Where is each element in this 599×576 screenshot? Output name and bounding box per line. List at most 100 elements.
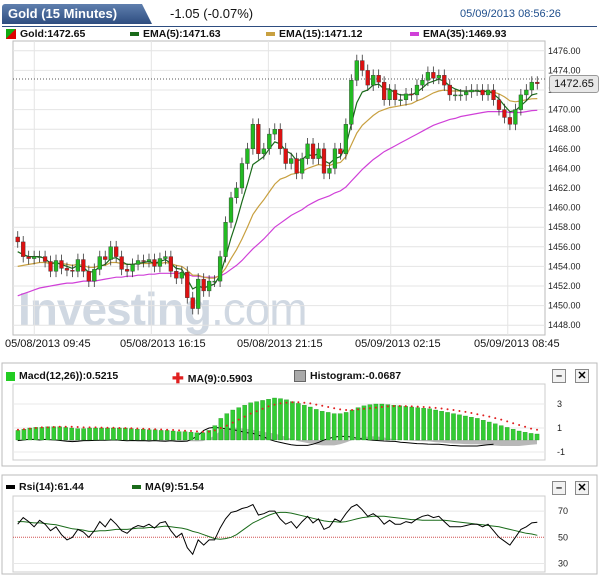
macd-bar (236, 407, 241, 441)
rsi-close-button[interactable]: ✕ (575, 481, 589, 495)
macd-bar (427, 408, 432, 441)
macd-bar (230, 409, 235, 441)
price-y-tick: 1462.00 (548, 183, 581, 193)
macd-signal-point (46, 426, 49, 429)
price-y-tick: 1448.00 (548, 320, 581, 330)
macd-signal-point (351, 409, 354, 411)
candle (278, 128, 283, 149)
macd-bar (158, 430, 164, 441)
candle (289, 158, 294, 164)
candle (480, 89, 485, 96)
candle (168, 256, 173, 272)
candle (174, 271, 179, 279)
candle (228, 197, 234, 223)
macd-bar (218, 418, 224, 441)
macd-signal-point (422, 406, 425, 408)
candle (496, 99, 502, 110)
price-y-tick: 1452.00 (548, 281, 581, 291)
macd-bar (111, 427, 116, 441)
candle (185, 272, 190, 298)
candle (507, 117, 513, 125)
macd-signal-point (363, 407, 366, 410)
macd-bar (200, 432, 206, 441)
candle (141, 260, 146, 262)
macd-minimize-button[interactable]: – (552, 369, 566, 383)
candle (103, 256, 108, 260)
macd-bar (415, 407, 420, 441)
candle (267, 133, 272, 150)
macd-signal-point (428, 406, 431, 409)
macd-bar (99, 427, 104, 441)
macd-legend: Macd(12,26)):0.5215 ✚ MA(9):0.5903 Histog… (6, 370, 526, 387)
candle (365, 70, 370, 86)
macd-swatch-icon (6, 371, 15, 381)
macd-bar (212, 425, 218, 441)
candle (409, 93, 414, 96)
macd-signal-point (530, 427, 533, 430)
candle (403, 93, 409, 100)
candle (447, 84, 452, 96)
candle (81, 259, 86, 272)
legend-rsi-ma: MA(9):51.54 (132, 481, 204, 493)
candle (217, 256, 223, 282)
candle (42, 256, 48, 262)
rsi-ma-swatch-icon (132, 485, 141, 490)
candle (201, 278, 206, 292)
macd-close-button[interactable]: ✕ (575, 369, 589, 383)
macd-bar (21, 429, 27, 441)
macd-bar (469, 417, 474, 441)
candle (491, 89, 496, 101)
macd-bar (51, 426, 57, 441)
candle (464, 91, 469, 96)
x-label-3: 05/09/2013 02:15 (355, 338, 441, 350)
macd-signal-point (243, 415, 246, 418)
macd-bar (463, 415, 468, 441)
macd-signal-point (201, 430, 204, 433)
macd-bar (284, 399, 289, 441)
macd-bar (15, 430, 21, 441)
candle (529, 81, 534, 91)
macd-bar (385, 404, 391, 441)
candle (518, 94, 523, 110)
macd-bar (27, 427, 33, 441)
macd-bar (87, 427, 92, 441)
macd-signal-point (315, 403, 318, 406)
macd-signal-point (178, 429, 181, 432)
macd-signal-point (94, 426, 97, 429)
macd-signal-point (339, 408, 342, 411)
macd-bar (194, 432, 200, 441)
legend-histogram-label: Histogram:-0.0687 (310, 370, 402, 382)
macd-signal-point (225, 424, 228, 427)
macd-bar (343, 412, 349, 441)
legend-macd-ma: ✚ MA(9):0.5903 (172, 370, 253, 387)
macd-signal-point (154, 428, 157, 431)
macd-bar (528, 433, 534, 441)
macd-bar (146, 429, 152, 441)
rsi-line (17, 503, 538, 556)
macd-signal-point (40, 426, 43, 429)
candle (414, 84, 420, 96)
macd-signal-point (166, 428, 169, 431)
rsi-y-tick: 30 (558, 558, 568, 568)
candle (310, 143, 316, 159)
macd-bar (93, 427, 98, 441)
candle (436, 75, 441, 79)
candle (349, 79, 354, 125)
macd-signal-point (386, 405, 389, 408)
candle (86, 271, 91, 282)
macd-signal-point (130, 427, 133, 430)
candle (26, 256, 31, 259)
macd-bar (534, 433, 540, 441)
macd-signal-point (118, 427, 121, 429)
candle (453, 94, 458, 97)
price-y-tick: 1458.00 (548, 222, 581, 232)
rsi-minimize-button[interactable]: – (552, 481, 566, 495)
macd-signal-point (100, 426, 103, 429)
macd-bar (278, 398, 283, 441)
rsi-y-tick: 50 (558, 532, 568, 542)
macd-signal-point (416, 405, 419, 408)
candle (157, 258, 163, 267)
candle (535, 81, 540, 84)
candle (376, 75, 381, 83)
rsi-lines (17, 503, 538, 556)
